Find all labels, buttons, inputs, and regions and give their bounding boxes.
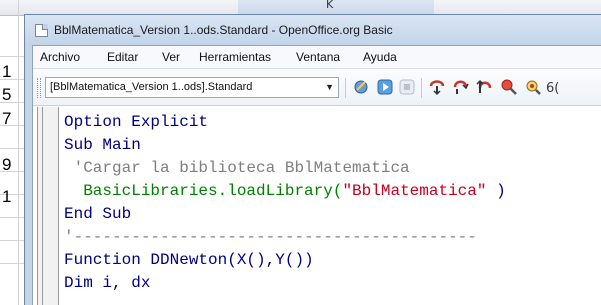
menu-bar: Archivo Editar Ver Herramientas Ventana … — [33, 46, 601, 69]
breakpoint-button[interactable] — [499, 77, 519, 97]
menu-editar[interactable]: Editar — [107, 50, 138, 64]
title-bar[interactable]: BblMatematica_Version 1..ods.Standard - … — [25, 15, 601, 45]
code-token: 'Cargar la biblioteca BblMatematica — [64, 159, 410, 177]
menu-archivo[interactable]: Archivo — [40, 50, 80, 64]
code-token: '---------------------------------------… — [64, 228, 477, 246]
step-out-icon — [476, 79, 492, 93]
code-text[interactable]: Option Explicit Sub Main 'Cargar la bibli… — [64, 111, 506, 295]
library-select[interactable]: [BblMatematica_Version 1..ods].Standard … — [45, 77, 339, 98]
code-line[interactable]: Option Explicit — [64, 111, 506, 134]
select-module-icon — [354, 80, 368, 94]
step-out-button[interactable] — [475, 77, 495, 97]
code-editor[interactable]: Option Explicit Sub Main 'Cargar la bibli… — [33, 107, 601, 305]
svg-text:6(: 6( — [546, 81, 559, 96]
line-gutter — [42, 107, 54, 305]
code-line[interactable]: Dim i, dx — [64, 272, 506, 295]
toolbar-separator — [345, 78, 346, 98]
row-digit: 5 — [2, 85, 12, 104]
code-line[interactable]: End Sub — [64, 203, 506, 226]
stop-button[interactable] — [397, 77, 417, 97]
document-icon — [35, 24, 48, 37]
watch-icon — [526, 80, 541, 95]
macro-toolbar: [BblMatematica_Version 1..ods].Standard … — [33, 69, 601, 106]
code-token: Function DDNewton(X(),Y()) — [64, 251, 314, 269]
select-module-button[interactable] — [351, 77, 371, 97]
code-token: Dim i, dx — [64, 274, 151, 292]
toolbar-separator — [421, 78, 422, 98]
grid-line — [18, 0, 19, 305]
code-line[interactable]: Sub Main — [64, 134, 506, 157]
stop-icon — [399, 79, 415, 95]
row-digit: 1 — [2, 62, 12, 81]
find-parentheses-icon: 6( — [546, 81, 559, 96]
code-token: End Sub — [64, 205, 132, 223]
code-line[interactable]: BasicLibraries.loadLibrary("BblMatematic… — [64, 180, 506, 203]
step-into-icon — [429, 80, 445, 96]
library-select-value: [BblMatematica_Version 1..ods].Standard — [50, 81, 253, 93]
breakpoint-gutter[interactable] — [37, 107, 59, 305]
menu-ayuda[interactable]: Ayuda — [363, 50, 397, 64]
code-line[interactable]: '---------------------------------------… — [64, 226, 506, 249]
code-token: ) — [486, 182, 506, 200]
row-digit: 1 — [2, 187, 12, 206]
window-title: BblMatematica_Version 1..ods.Standard - … — [54, 23, 393, 37]
code-token: "BblMatematica" — [342, 182, 487, 200]
code-line[interactable]: 'Cargar la biblioteca BblMatematica — [64, 157, 506, 180]
code-token: Sub Main — [64, 136, 141, 154]
code-token: Option Explicit — [64, 113, 209, 131]
find-parentheses-button[interactable]: 6( — [545, 77, 585, 97]
step-into-button[interactable] — [427, 77, 447, 97]
menu-ventana[interactable]: Ventana — [296, 50, 340, 64]
row-digit: 9 — [2, 155, 12, 174]
chevron-down-icon: ▼ — [325, 82, 334, 92]
breakpoint-icon — [501, 79, 517, 95]
run-button[interactable] — [375, 77, 395, 97]
column-header-label: K — [326, 0, 334, 11]
step-over-button[interactable] — [451, 77, 471, 97]
watch-button[interactable] — [523, 77, 543, 97]
menu-herramientas[interactable]: Herramientas — [199, 50, 271, 64]
menu-ver[interactable]: Ver — [162, 50, 180, 64]
toolbar-grip[interactable] — [37, 78, 41, 98]
basic-ide-window: BblMatematica_Version 1..ods.Standard - … — [24, 14, 601, 305]
step-over-icon — [453, 80, 469, 94]
code-token: BasicLibraries.loadLibrary( — [64, 182, 343, 200]
window-content: Archivo Editar Ver Herramientas Ventana … — [32, 45, 601, 305]
code-line[interactable]: Function DDNewton(X(),Y()) — [64, 249, 506, 272]
row-digit: 7 — [2, 109, 12, 128]
run-icon — [377, 79, 393, 95]
